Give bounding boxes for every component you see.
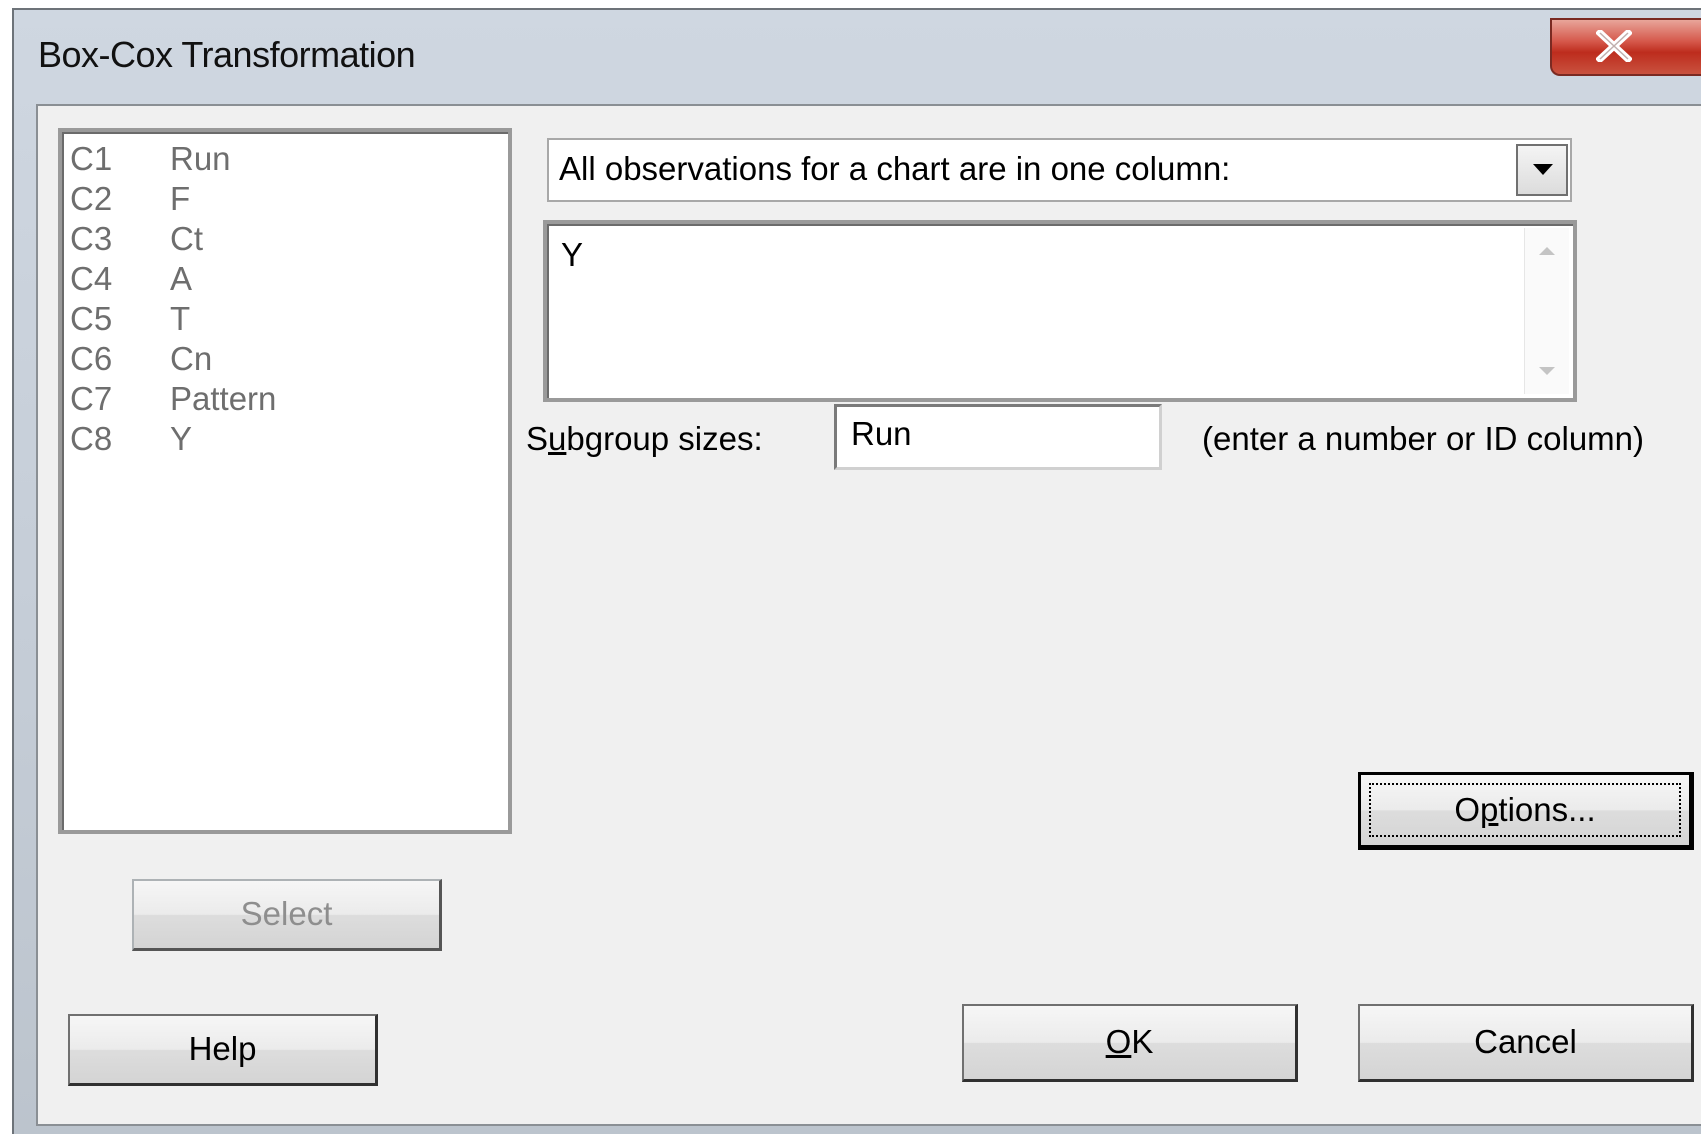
subgroup-sizes-field[interactable]: Run [834,404,1162,470]
ok-button-label: OK [1105,1023,1154,1060]
options-button-label: Options... [1454,791,1596,828]
list-item[interactable]: C6 Cn [70,340,490,380]
dropdown-selected-value: All observations for a chart are in one … [559,150,1231,187]
title-bar[interactable]: Box-Cox Transformation [14,10,1701,104]
close-icon [1596,30,1632,62]
select-button-label: Select [240,895,333,932]
variable-id: C3 [70,220,113,257]
help-button[interactable]: Help [68,1014,378,1086]
variable-id: C8 [70,420,113,457]
variable-id: C7 [70,380,113,417]
variable-name: Cn [170,340,213,377]
list-item[interactable]: C5 T [70,300,490,340]
list-item[interactable]: C1 Run [70,140,490,180]
dialog-body: C1 Run C2 F C3 Ct C4 A C5 T C6 Cn C7 Pat… [36,104,1701,1126]
variables-input-box[interactable]: Y [543,220,1577,402]
variables-input-value: Y [561,236,584,273]
dropdown-toggle-button[interactable] [1516,144,1568,196]
options-button[interactable]: Options... [1358,772,1694,850]
cancel-button[interactable]: Cancel [1358,1004,1694,1082]
list-item[interactable]: C7 Pattern [70,380,490,420]
variable-id: C4 [70,260,113,297]
variable-name: Ct [170,220,203,257]
select-button[interactable]: Select [132,879,442,951]
subgroup-hint: (enter a number or ID column) [1202,420,1645,457]
subgroup-sizes-value: Run [851,415,912,452]
close-button[interactable] [1550,18,1701,76]
list-item[interactable]: C8 Y [70,420,490,460]
variable-name: F [170,180,191,217]
variable-id: C2 [70,180,113,217]
help-button-label: Help [188,1030,257,1067]
chevron-down-icon [1533,164,1553,175]
data-arrangement-dropdown[interactable]: All observations for a chart are in one … [547,138,1572,202]
list-item[interactable]: C4 A [70,260,490,300]
variable-name: Y [170,420,193,457]
vertical-scrollbar[interactable] [1524,228,1569,394]
scroll-up-icon[interactable] [1537,244,1557,256]
variable-list[interactable]: C1 Run C2 F C3 Ct C4 A C5 T C6 Cn C7 Pat… [58,128,512,834]
ok-button[interactable]: OK [962,1004,1298,1082]
scroll-down-icon[interactable] [1537,366,1557,378]
variable-name: A [170,260,193,297]
list-item[interactable]: C2 F [70,180,490,220]
dialog-window: Box-Cox Transformation C1 Run C2 F C3 Ct [12,8,1701,1134]
variable-name: Run [170,140,231,177]
dialog-title: Box-Cox Transformation [38,34,416,75]
variable-id: C1 [70,140,113,177]
variable-name: T [170,300,191,337]
variable-name: Pattern [170,380,277,417]
variable-id: C6 [70,340,113,377]
list-item[interactable]: C3 Ct [70,220,490,260]
subgroup-sizes-label: Subgroup sizes: [526,420,763,457]
variable-id: C5 [70,300,113,337]
cancel-button-label: Cancel [1474,1023,1577,1060]
